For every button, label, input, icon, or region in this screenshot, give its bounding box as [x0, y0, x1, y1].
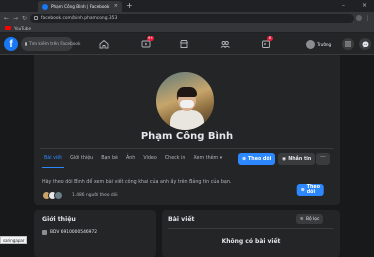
watch-icon[interactable]: 9+: [139, 36, 155, 50]
profile-picture[interactable]: [154, 70, 216, 132]
menu-grid-button[interactable]: [342, 38, 354, 50]
follow-card-button-label: Theo dõi: [306, 185, 320, 195]
kebab-menu-icon[interactable]: ⋮: [364, 15, 371, 22]
follow-prompt-card: Hãy theo dõi Bình để xem bài viết công k…: [34, 175, 340, 205]
intro-card: Giới thiệu BDV 6910000546972: [34, 210, 156, 257]
address-bar[interactable]: facebook.com/binh.phamcong.353: [30, 13, 354, 23]
tab-more[interactable]: Xem thêm ▾: [189, 150, 226, 168]
bookmark-youtube[interactable]: YouTube: [14, 26, 31, 31]
user-profile-chip[interactable]: Trường: [306, 38, 331, 50]
gaming-badge: 8: [267, 36, 273, 41]
briefcase-icon: [42, 230, 47, 235]
posts-title: Bài viết: [168, 216, 195, 223]
profile-avatar-icon[interactable]: [356, 15, 362, 21]
search-placeholder: Tìm kiếm trên Facebook: [29, 41, 81, 47]
avatar: [54, 191, 63, 200]
follow-prompt-text: Hãy theo dõi Bình để xem bài viết công k…: [42, 180, 232, 185]
home-icon[interactable]: [97, 38, 111, 50]
no-posts-message: Không có bài viết: [221, 238, 281, 245]
minimize-button[interactable]: –: [342, 1, 345, 11]
more-options-button[interactable]: ···: [316, 153, 330, 165]
marketplace-icon[interactable]: [177, 38, 191, 50]
follow-button-label: Theo dõi: [248, 156, 272, 162]
bookmarks-bar: YouTube: [0, 24, 374, 33]
profile-divider: [40, 148, 334, 149]
posts-card: Bài viết ⚟ Bộ lọc Không có bài viết: [162, 210, 340, 257]
reload-icon[interactable]: ↻: [21, 15, 28, 22]
posts-divider: [168, 228, 334, 229]
lock-icon: [34, 16, 38, 20]
message-button-label: Nhắn tin: [288, 156, 312, 162]
close-window-button[interactable]: ×: [362, 1, 367, 11]
avatar: [306, 39, 315, 49]
messenger-icon: ◉: [282, 156, 287, 162]
tab-posts[interactable]: Bài viết: [40, 150, 66, 168]
back-arrow-icon[interactable]: ←: [3, 15, 10, 22]
tab-about[interactable]: Giới thiệu: [66, 150, 97, 168]
tab-title: Phạm Công Bình | Facebook: [51, 4, 110, 9]
forward-arrow-icon[interactable]: →: [12, 15, 19, 22]
filter-icon: ⚟: [300, 216, 304, 222]
gaming-icon[interactable]: 8: [259, 36, 273, 50]
facebook-navbar: f Tìm kiếm trên Facebook 9+ 8 Trường: [0, 33, 374, 55]
messenger-icon: [362, 41, 368, 47]
profile-name: Phạm Công Bình: [140, 131, 234, 142]
browser-tabstrip: Phạm Công Bình | Facebook × + – ×: [0, 0, 374, 12]
follower-avatars: [42, 191, 63, 200]
intro-title: Giới thiệu: [42, 216, 76, 223]
search-icon: [25, 42, 27, 46]
user-name: Trường: [317, 41, 332, 47]
follow-card-button[interactable]: ⊕ Theo dõi: [296, 184, 324, 196]
url-text: facebook.com/binh.phamcong.353: [41, 15, 118, 21]
groups-icon[interactable]: [218, 38, 232, 50]
tab-photos[interactable]: Ảnh: [122, 150, 139, 168]
messenger-button[interactable]: [359, 38, 371, 50]
status-tooltip: saringapar: [0, 236, 28, 244]
follow-plus-icon: ⊕: [300, 187, 305, 193]
filter-button[interactable]: ⚟ Bộ lọc: [296, 214, 324, 224]
follow-button[interactable]: ⊕ Theo dõi: [238, 153, 276, 165]
message-button[interactable]: ◉ Nhắn tin: [278, 153, 316, 165]
facebook-logo-icon[interactable]: f: [4, 37, 18, 51]
tab-videos[interactable]: Video: [139, 150, 160, 168]
browser-tab[interactable]: Phạm Công Bình | Facebook ×: [38, 1, 122, 12]
grid-icon: [345, 41, 351, 47]
tab-close-icon[interactable]: ×: [114, 4, 118, 9]
intro-item: BDV 6910000546972: [42, 230, 97, 235]
facebook-favicon-icon: [42, 3, 48, 10]
follow-plus-icon: ⊕: [242, 156, 247, 162]
watch-badge: 9+: [147, 36, 155, 41]
filter-button-label: Bộ lọc: [305, 216, 320, 222]
tab-friends[interactable]: Bạn bè: [97, 150, 122, 168]
new-tab-button[interactable]: +: [126, 1, 133, 11]
profile-tabs: Bài viết Giới thiệu Bạn bè Ảnh Video Che…: [40, 150, 226, 168]
intro-item-text: BDV 6910000546972: [50, 230, 98, 235]
facebook-search-input[interactable]: Tìm kiếm trên Facebook: [21, 37, 81, 51]
follower-count[interactable]: 1.486 người theo dõi: [72, 193, 118, 198]
browser-toolbar: ← → ↻ facebook.com/binh.phamcong.353 ⋮: [0, 12, 374, 24]
tab-checkins[interactable]: Check in: [161, 150, 190, 168]
youtube-icon: [5, 26, 11, 30]
